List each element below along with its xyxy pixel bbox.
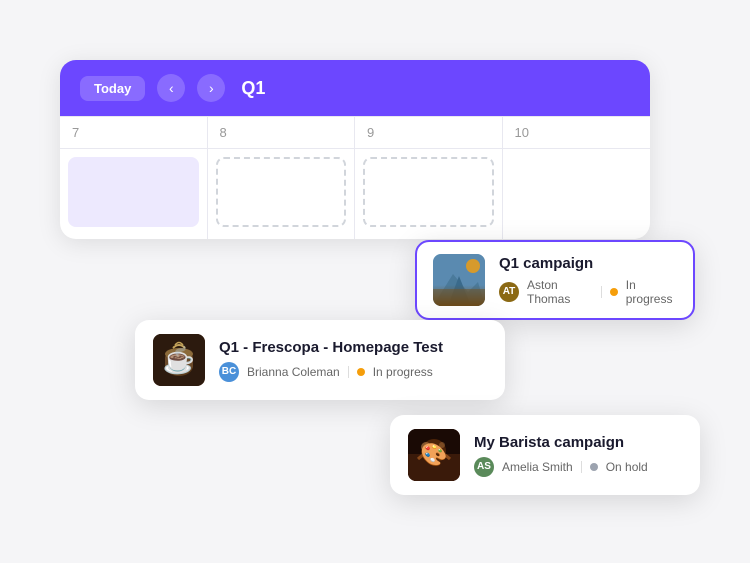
prev-button[interactable]: ‹ xyxy=(157,74,185,102)
barista-status-dot xyxy=(590,463,598,471)
barista-title: My Barista campaign xyxy=(474,434,682,451)
barista-meta: AS Amelia Smith On hold xyxy=(474,457,682,477)
calendar-grid: 7 8 9 10 xyxy=(60,116,650,239)
day-block-9 xyxy=(363,157,494,227)
day-column-7: 7 xyxy=(60,117,208,239)
day-number-8: 8 xyxy=(208,117,355,149)
q1-campaign-status-dot xyxy=(610,288,618,296)
frescopa-avatar: BC xyxy=(219,362,239,382)
q1-campaign-avatar: AT xyxy=(499,282,519,302)
day-number-7: 7 xyxy=(60,117,207,149)
day-column-8: 8 xyxy=(208,117,356,239)
next-button[interactable]: › xyxy=(197,74,225,102)
frescopa-card[interactable]: Q1 - Frescopa - Homepage Test BC Brianna… xyxy=(135,320,505,400)
frescopa-title: Q1 - Frescopa - Homepage Test xyxy=(219,339,487,356)
q1-campaign-card[interactable]: Q1 campaign AT Aston Thomas In progress xyxy=(415,240,695,320)
day-block-7 xyxy=(68,157,199,227)
barista-assignee: Amelia Smith xyxy=(502,460,573,474)
frescopa-image xyxy=(153,334,205,386)
barista-image xyxy=(408,429,460,481)
frescopa-status: In progress xyxy=(373,365,433,379)
meta-divider xyxy=(601,286,602,298)
frescopa-assignee: Brianna Coleman xyxy=(247,365,340,379)
q1-campaign-status: In progress xyxy=(626,278,677,306)
calendar-widget: Today ‹ › Q1 7 8 9 10 xyxy=(60,60,650,239)
barista-info: My Barista campaign AS Amelia Smith On h… xyxy=(474,434,682,477)
day-column-10: 10 xyxy=(503,117,651,239)
q1-campaign-assignee: Aston Thomas xyxy=(527,278,593,306)
today-button[interactable]: Today xyxy=(80,76,145,101)
barista-divider xyxy=(581,461,582,473)
barista-avatar: AS xyxy=(474,457,494,477)
q1-campaign-title: Q1 campaign xyxy=(499,255,677,272)
q1-campaign-info: Q1 campaign AT Aston Thomas In progress xyxy=(499,255,677,306)
frescopa-divider xyxy=(348,366,349,378)
day-column-9: 9 xyxy=(355,117,503,239)
q1-campaign-meta: AT Aston Thomas In progress xyxy=(499,278,677,306)
calendar-header: Today ‹ › Q1 xyxy=(60,60,650,116)
frescopa-meta: BC Brianna Coleman In progress xyxy=(219,362,487,382)
frescopa-status-dot xyxy=(357,368,365,376)
day-number-10: 10 xyxy=(503,117,651,149)
frescopa-info: Q1 - Frescopa - Homepage Test BC Brianna… xyxy=(219,339,487,382)
quarter-label: Q1 xyxy=(241,78,265,99)
q1-campaign-image xyxy=(433,254,485,306)
day-block-8 xyxy=(216,157,347,227)
day-number-9: 9 xyxy=(355,117,502,149)
barista-card[interactable]: My Barista campaign AS Amelia Smith On h… xyxy=(390,415,700,495)
barista-status: On hold xyxy=(606,460,648,474)
